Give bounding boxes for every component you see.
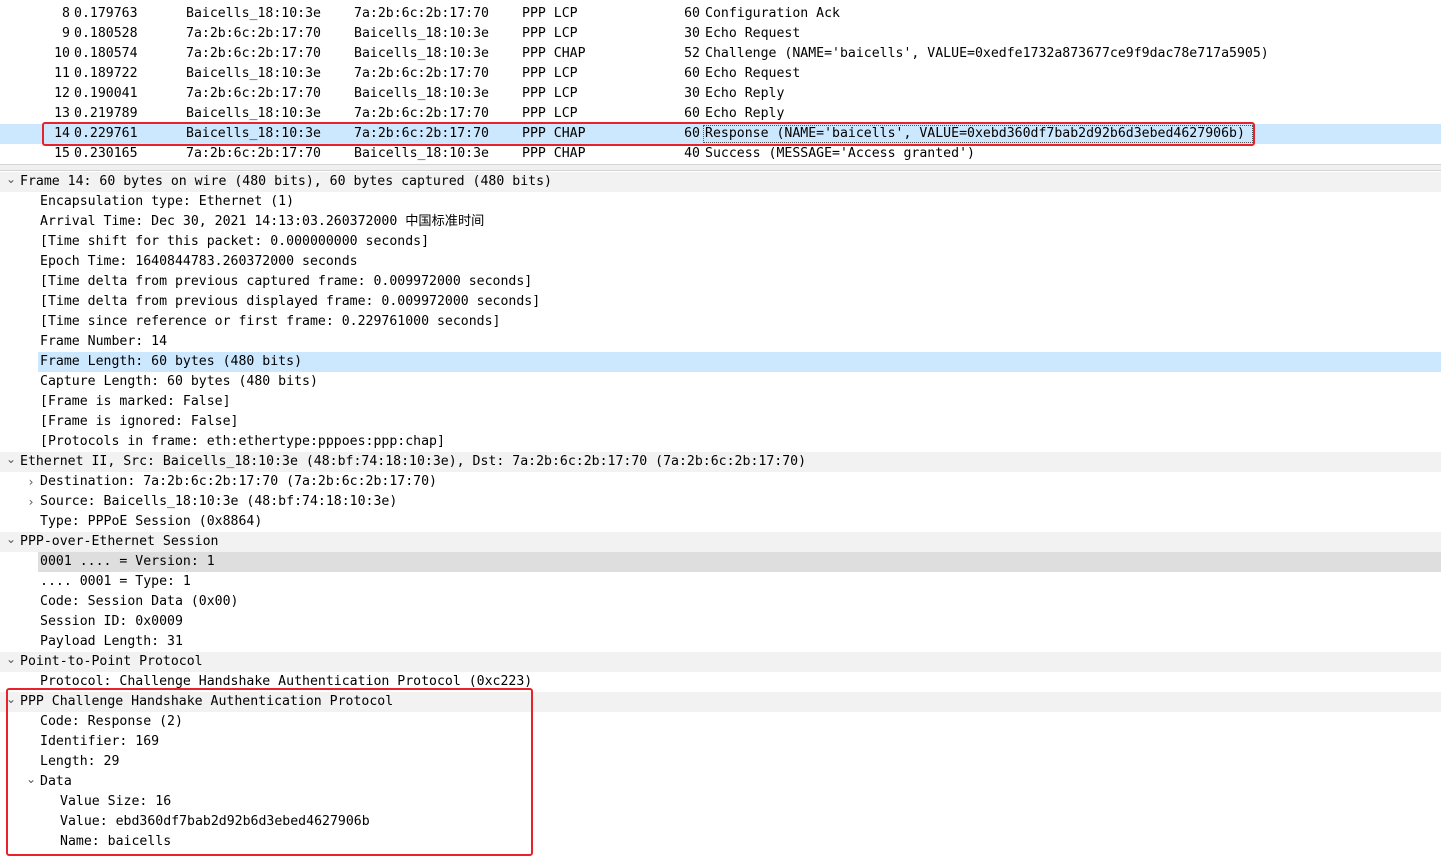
- packet-proto-cell: PPP LCP: [522, 6, 578, 21]
- tree-item-label: [Time since reference or first frame: 0.…: [40, 314, 501, 329]
- chevron-down-icon[interactable]: ⌄: [4, 449, 18, 469]
- packet-len-cell: 60: [684, 66, 700, 81]
- chevron-down-icon[interactable]: ⌄: [4, 529, 18, 549]
- packet-dst-cell: Baicells_18:10:3e: [354, 86, 489, 101]
- packet-info-cell: Success (MESSAGE='Access granted'): [705, 146, 975, 161]
- packet-info-cell: Echo Reply: [705, 86, 785, 101]
- annotation-box-selected-packet: [42, 122, 1255, 146]
- packet-info-cell: Echo Request: [705, 26, 801, 41]
- packet-dst-cell: 7a:2b:6c:2b:17:70: [354, 6, 489, 21]
- tree-item-label: Frame 14: 60 bytes on wire (480 bits), 6…: [20, 174, 552, 189]
- packet-info-cell: Echo Reply: [705, 106, 785, 121]
- annotation-box-chap-details: [6, 688, 533, 856]
- chevron-right-icon[interactable]: ›: [24, 472, 38, 492]
- packet-time-cell: 0.189722: [74, 66, 138, 81]
- tree-field[interactable]: 0001 .... = Version: 1: [38, 552, 1441, 572]
- packet-no-cell: 13: [54, 106, 70, 121]
- packet-len-cell: 30: [684, 26, 700, 41]
- packet-src-cell: 7a:2b:6c:2b:17:70: [186, 46, 321, 61]
- packet-len-cell: 60: [684, 106, 700, 121]
- packet-no-cell: 10: [54, 46, 70, 61]
- packet-no-cell: 15: [54, 146, 70, 161]
- packet-list: 8 0.179763 Baicells_18:10:3e 7a:2b:6c:2b:17…: [0, 0, 1441, 164]
- packet-row-8[interactable]: 8 0.179763 Baicells_18:10:3e 7a:2b:6c:2b:17…: [0, 4, 1441, 24]
- tree-item-label: Encapsulation type: Ethernet (1): [40, 194, 295, 209]
- tree-field[interactable]: Frame Length: 60 bytes (480 bits): [38, 352, 1441, 372]
- packet-time-cell: 0.190041: [74, 86, 138, 101]
- tree-item-label: 0001 .... = Version: 1: [40, 554, 215, 569]
- packet-row-15[interactable]: 15 0.230165 7a:2b:6c:2b:17:70 Baicells_18:1…: [0, 144, 1441, 164]
- packet-src-cell: Baicells_18:10:3e: [186, 106, 321, 121]
- packet-proto-cell: PPP LCP: [522, 26, 578, 41]
- tree-section-header[interactable]: ⌄ PPP-over-Ethernet Session: [0, 532, 1441, 552]
- tree-item-label: [Time delta from previous captured frame…: [40, 274, 533, 289]
- packet-time-cell: 0.180574: [74, 46, 138, 61]
- packet-no-cell: 12: [54, 86, 70, 101]
- packet-no-cell: 11: [54, 66, 70, 81]
- packet-time-cell: 0.179763: [74, 6, 138, 21]
- tree-item-label: Session ID: 0x0009: [40, 614, 183, 629]
- packet-proto-cell: PPP LCP: [522, 106, 578, 121]
- packet-len-cell: 52: [684, 46, 700, 61]
- packet-time-cell: 0.180528: [74, 26, 138, 41]
- tree-item-label: .... 0001 = Type: 1: [40, 574, 191, 589]
- packet-proto-cell: PPP LCP: [522, 86, 578, 101]
- tree-section-header[interactable]: ⌄ Point-to-Point Protocol: [0, 652, 1441, 672]
- tree-item-label: Capture Length: 60 bytes (480 bits): [40, 374, 318, 389]
- tree-item-label: [Time delta from previous displayed fram…: [40, 294, 541, 309]
- packet-src-cell: 7a:2b:6c:2b:17:70: [186, 146, 321, 161]
- packet-row-9[interactable]: 9 0.180528 7a:2b:6c:2b:17:70 Baicells_18:10…: [0, 24, 1441, 44]
- tree-item-label: [Frame is ignored: False]: [40, 414, 239, 429]
- packet-dst-cell: Baicells_18:10:3e: [354, 146, 489, 161]
- packet-src-cell: Baicells_18:10:3e: [186, 66, 321, 81]
- tree-item-label: PPP-over-Ethernet Session: [20, 534, 219, 549]
- packet-row-13[interactable]: 13 0.219789 Baicells_18:10:3e 7a:2b:6c:2b:1…: [0, 104, 1441, 124]
- tree-item-label: Code: Session Data (0x00): [40, 594, 239, 609]
- tree-item-label: [Time shift for this packet: 0.000000000…: [40, 234, 430, 249]
- tree-item-label: Arrival Time: Dec 30, 2021 14:13:03.2603…: [40, 214, 485, 229]
- tree-item-label: [Protocols in frame: eth:ethertype:pppoe…: [40, 434, 445, 449]
- packet-no-cell: 8: [62, 6, 70, 21]
- packet-time-cell: 0.219789: [74, 106, 138, 121]
- packet-no-cell: 9: [62, 26, 70, 41]
- packet-proto-cell: PPP CHAP: [522, 46, 586, 61]
- tree-item-label: Frame Length: 60 bytes (480 bits): [40, 354, 303, 369]
- packet-src-cell: 7a:2b:6c:2b:17:70: [186, 86, 321, 101]
- tree-item-label: Type: PPPoE Session (0x8864): [40, 514, 263, 529]
- packet-dst-cell: 7a:2b:6c:2b:17:70: [354, 66, 489, 81]
- packet-details-tree: ⌄ Frame 14: 60 bytes on wire (480 bits), …: [0, 172, 1441, 863]
- pane-splitter[interactable]: [0, 164, 1441, 171]
- packet-len-cell: 60: [684, 6, 700, 21]
- tree-item-label: [Frame is marked: False]: [40, 394, 231, 409]
- chevron-right-icon[interactable]: ›: [24, 492, 38, 512]
- packet-dst-cell: 7a:2b:6c:2b:17:70: [354, 106, 489, 121]
- packet-src-cell: Baicells_18:10:3e: [186, 6, 321, 21]
- chevron-down-icon[interactable]: ⌄: [4, 649, 18, 669]
- packet-time-cell: 0.230165: [74, 146, 138, 161]
- tree-item-label: Destination: 7a:2b:6c:2b:17:70 (7a:2b:6c…: [40, 474, 437, 489]
- packet-len-cell: 30: [684, 86, 700, 101]
- packet-row-11[interactable]: 11 0.189722 Baicells_18:10:3e 7a:2b:6c:2b:1…: [0, 64, 1441, 84]
- packet-src-cell: 7a:2b:6c:2b:17:70: [186, 26, 321, 41]
- tree-item-label: Point-to-Point Protocol: [20, 654, 203, 669]
- packet-info-cell: Challenge (NAME='baicells', VALUE=0xedfe…: [705, 46, 1269, 61]
- packet-info-cell: Configuration Ack: [705, 6, 840, 21]
- packet-proto-cell: PPP CHAP: [522, 146, 586, 161]
- packet-len-cell: 40: [684, 146, 700, 161]
- tree-item-label: Ethernet II, Src: Baicells_18:10:3e (48:…: [20, 454, 807, 469]
- packet-dst-cell: Baicells_18:10:3e: [354, 26, 489, 41]
- tree-item-label: Source: Baicells_18:10:3e (48:bf:74:18:1…: [40, 494, 398, 509]
- tree-item-label: Frame Number: 14: [40, 334, 168, 349]
- packet-proto-cell: PPP LCP: [522, 66, 578, 81]
- chevron-down-icon[interactable]: ⌄: [4, 169, 18, 189]
- packet-row-10[interactable]: 10 0.180574 7a:2b:6c:2b:17:70 Baicells_18:1…: [0, 44, 1441, 64]
- tree-section-header[interactable]: ⌄ Ethernet II, Src: Baicells_18:10:3e (48…: [0, 452, 1441, 472]
- tree-item-label: Payload Length: 31: [40, 634, 183, 649]
- packet-row-12[interactable]: 12 0.190041 7a:2b:6c:2b:17:70 Baicells_18:1…: [0, 84, 1441, 104]
- tree-item-label: Epoch Time: 1640844783.260372000 seconds: [40, 254, 358, 269]
- packet-info-cell: Echo Request: [705, 66, 801, 81]
- packet-dst-cell: Baicells_18:10:3e: [354, 46, 489, 61]
- tree-section-header[interactable]: ⌄ Frame 14: 60 bytes on wire (480 bits), …: [0, 172, 1441, 192]
